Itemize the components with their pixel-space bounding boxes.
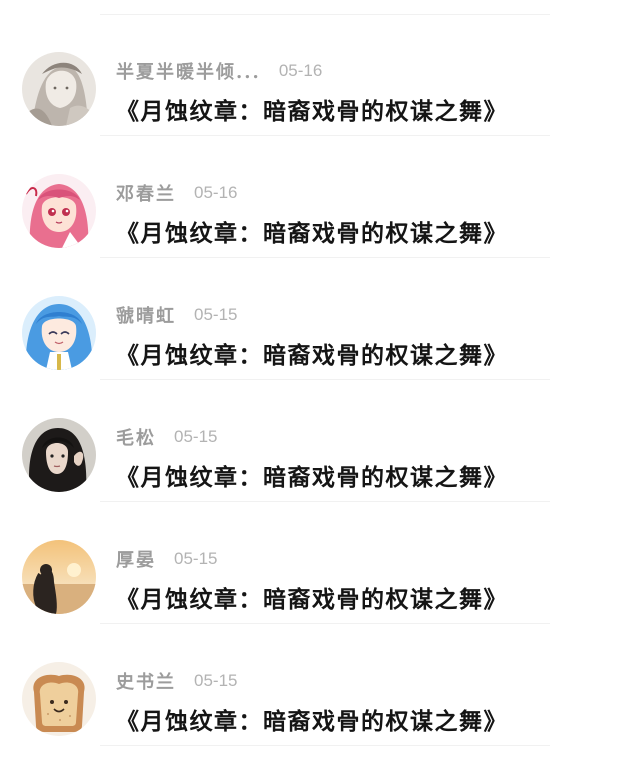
user-name[interactable]: 厚晏 bbox=[116, 546, 156, 572]
comment-text: 《月蚀纹章：暗裔戏骨的权谋之舞》 bbox=[116, 98, 508, 125]
avatar[interactable] bbox=[22, 52, 96, 126]
comment-date: 05-15 bbox=[174, 427, 218, 446]
user-name[interactable]: 邓春兰 bbox=[116, 180, 176, 206]
avatar-blue-anime-girl-icon bbox=[22, 296, 96, 370]
user-name[interactable]: 半夏半暖半倾... bbox=[116, 58, 261, 84]
comment-date: 05-15 bbox=[194, 671, 238, 690]
comment-text: 《月蚀纹章：暗裔戏骨的权谋之舞》 bbox=[116, 342, 508, 369]
comment-item[interactable]: 虢晴虹 05-15 《月蚀纹章：暗裔戏骨的权谋之舞》 bbox=[0, 258, 640, 380]
user-name[interactable]: 虢晴虹 bbox=[116, 302, 176, 328]
avatar-dark-hair-portrait-icon bbox=[22, 418, 96, 492]
comment-item[interactable]: 厚晏 05-15 《月蚀纹章：暗裔戏骨的权谋之舞》 bbox=[0, 502, 640, 624]
avatar[interactable] bbox=[22, 662, 96, 736]
avatar[interactable] bbox=[22, 540, 96, 614]
comment-item[interactable]: 毛松 05-15 《月蚀纹章：暗裔戏骨的权谋之舞》 bbox=[0, 380, 640, 502]
avatar[interactable] bbox=[22, 296, 96, 370]
user-name[interactable]: 史书兰 bbox=[116, 668, 176, 694]
comment-item[interactable]: 史书兰 05-15 《月蚀纹章：暗裔戏骨的权谋之舞》 bbox=[0, 624, 640, 746]
avatar[interactable] bbox=[22, 418, 96, 492]
comment-text: 《月蚀纹章：暗裔戏骨的权谋之舞》 bbox=[116, 586, 508, 613]
avatar-toast-smile-icon bbox=[22, 662, 96, 736]
comment-text: 《月蚀纹章：暗裔戏骨的权谋之舞》 bbox=[116, 464, 508, 491]
avatar-pink-anime-girl-icon bbox=[22, 174, 96, 248]
user-name[interactable]: 毛松 bbox=[116, 424, 156, 450]
comment-date: 05-15 bbox=[194, 305, 238, 324]
comment-date: 05-16 bbox=[278, 61, 323, 80]
comment-text: 《月蚀纹章：暗裔戏骨的权谋之舞》 bbox=[116, 708, 508, 735]
comment-date: 05-16 bbox=[194, 183, 238, 202]
row-divider bbox=[100, 745, 550, 746]
comment-date: 05-15 bbox=[174, 549, 218, 568]
comment-item[interactable]: 半夏半暖半倾... 05-16 《月蚀纹章：暗裔戏骨的权谋之舞》 bbox=[0, 14, 640, 136]
avatar-ink-sketch-icon bbox=[22, 52, 96, 126]
comment-item[interactable]: 邓春兰 05-16 《月蚀纹章：暗裔戏骨的权谋之舞》 bbox=[0, 136, 640, 258]
avatar-sunset-silhouette-icon bbox=[22, 540, 96, 614]
comment-text: 《月蚀纹章：暗裔戏骨的权谋之舞》 bbox=[116, 220, 508, 247]
avatar[interactable] bbox=[22, 174, 96, 248]
